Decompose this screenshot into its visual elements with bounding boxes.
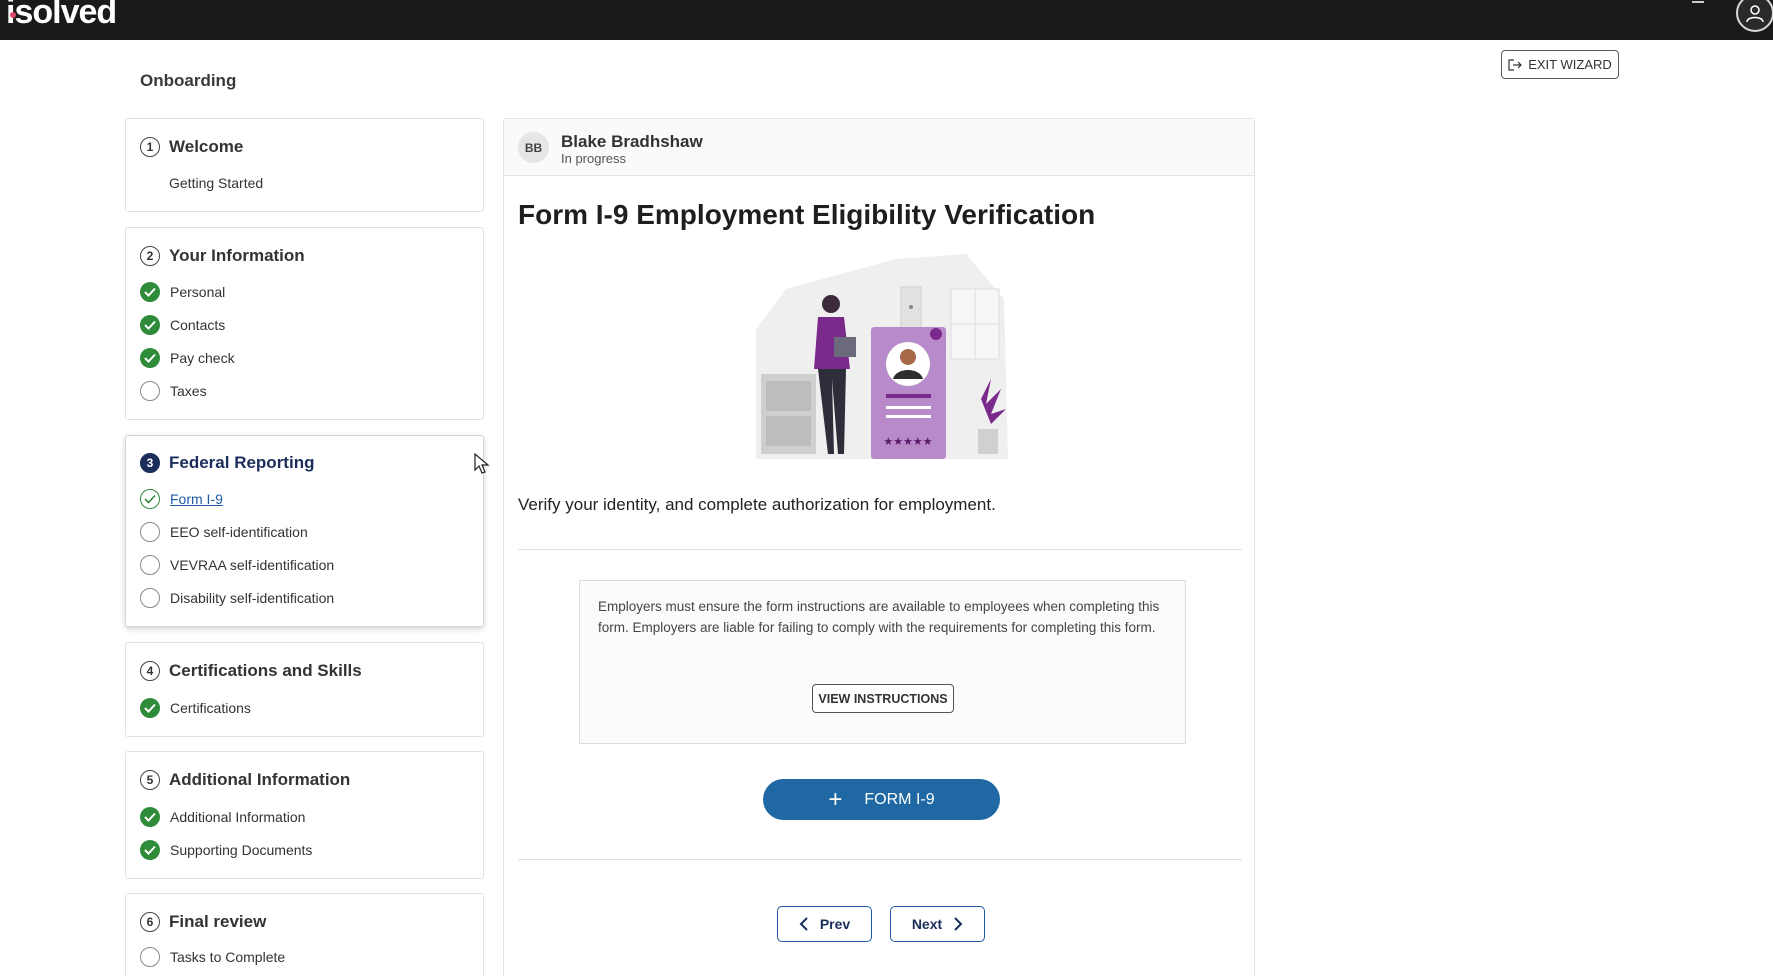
prev-label: Prev — [819, 916, 851, 932]
prev-button[interactable]: Prev — [777, 906, 872, 942]
add-form-i9-button[interactable]: + FORM I-9 — [763, 779, 1000, 820]
add-form-label: FORM I-9 — [864, 790, 935, 808]
step-title[interactable]: Federal Reporting — [169, 453, 314, 473]
sidebar-item-label: Disability self-identification — [170, 590, 335, 606]
avatar: BB — [518, 132, 549, 163]
instructions-notice: Employers must ensure the form instructi… — [579, 580, 1186, 744]
sidebar-item-label: Form I-9 — [170, 491, 223, 507]
divider — [518, 549, 1242, 550]
check-circle-icon — [140, 315, 160, 335]
notice-text: Employers must ensure the form instructi… — [598, 599, 1160, 635]
check-circle-icon — [140, 807, 160, 827]
step-card-additional-information: 5 Additional Information Additional Info… — [125, 751, 484, 879]
empty-circle-icon — [140, 947, 160, 967]
sidebar-item-taxes[interactable]: Taxes — [140, 381, 207, 401]
sidebar-item-personal[interactable]: Personal — [140, 282, 225, 302]
check-circle-icon — [140, 348, 160, 368]
sidebar-item-tasks-to-complete[interactable]: Tasks to Complete — [140, 947, 285, 967]
sidebar-item-label: Additional Information — [170, 809, 306, 825]
top-bar: isolved — [0, 0, 1773, 40]
sidebar-item-label: Taxes — [170, 383, 207, 399]
step-card-final-review: 6 Final review Tasks to Complete — [125, 893, 484, 976]
sidebar-item-label: Getting Started — [169, 175, 264, 191]
step-number: 1 — [140, 137, 160, 157]
step-number: 2 — [140, 246, 160, 266]
sidebar-item-label: Supporting Documents — [170, 842, 313, 858]
check-circle-icon — [140, 698, 160, 718]
view-instructions-button[interactable]: VIEW INSTRUCTIONS — [812, 684, 954, 713]
chevron-left-icon — [799, 917, 808, 931]
next-button[interactable]: Next — [890, 906, 985, 942]
sidebar-item-vevraa[interactable]: VEVRAA self-identification — [140, 555, 334, 575]
step-card-welcome: 1 Welcome Getting Started — [125, 118, 484, 212]
empty-circle-icon — [140, 381, 160, 401]
sidebar-item-form-i9[interactable]: Form I-9 — [140, 489, 223, 509]
employee-name: Blake Bradhshaw — [561, 132, 703, 151]
step-number: 4 — [140, 661, 160, 681]
step-title[interactable]: Final review — [169, 912, 266, 932]
step-number: 5 — [140, 770, 160, 790]
form-description: Verify your identity, and complete autho… — [518, 495, 996, 514]
employee-status: In progress — [561, 151, 627, 166]
sidebar-item-disability[interactable]: Disability self-identification — [140, 588, 334, 608]
sidebar-item-eeo[interactable]: EEO self-identification — [140, 522, 308, 542]
sidebar-item-getting-started[interactable]: Getting Started — [169, 175, 263, 191]
sidebar-item-supporting-documents[interactable]: Supporting Documents — [140, 840, 312, 860]
step-title[interactable]: Certifications and Skills — [169, 661, 362, 681]
empty-circle-icon — [140, 555, 160, 575]
step-card-federal-reporting: 3 Federal Reporting Form I-9 EEO self-id… — [125, 435, 484, 627]
sidebar-item-label: Tasks to Complete — [170, 949, 286, 965]
next-label: Next — [911, 916, 943, 932]
sidebar-item-pay-check[interactable]: Pay check — [140, 348, 235, 368]
check-circle-icon — [140, 840, 160, 860]
chevron-right-icon — [954, 917, 963, 931]
step-title[interactable]: Your Information — [169, 246, 305, 266]
sidebar-item-contacts[interactable]: Contacts — [140, 315, 225, 335]
step-title[interactable]: Welcome — [169, 137, 243, 157]
svg-text:★★★★★: ★★★★★ — [883, 435, 932, 448]
check-outline-icon — [140, 489, 160, 509]
app-logo: isolved — [6, 0, 117, 31]
sidebar-item-label: Personal — [170, 284, 226, 300]
mouse-cursor-icon — [474, 453, 490, 474]
sidebar-item-label: Contacts — [170, 317, 226, 333]
empty-circle-icon — [140, 522, 160, 542]
step-title[interactable]: Additional Information — [169, 770, 350, 790]
plus-icon: + — [828, 785, 843, 813]
sidebar-item-label: Certifications — [170, 700, 251, 716]
minimize-icon[interactable] — [1692, 1, 1704, 3]
exit-wizard-button[interactable]: EXIT WIZARD — [1501, 50, 1619, 79]
employee-header: BB Blake Bradhshaw In progress — [504, 119, 1254, 176]
check-circle-icon — [140, 282, 160, 302]
page-title: Onboarding — [140, 71, 237, 90]
sidebar-item-label: VEVRAA self-identification — [170, 557, 335, 573]
step-card-your-information: 2 Your Information Personal Contacts Pay… — [125, 227, 484, 420]
sidebar-item-additional-information[interactable]: Additional Information — [140, 807, 305, 827]
step-card-certifications: 4 Certifications and Skills Certificatio… — [125, 642, 484, 737]
user-avatar-icon[interactable] — [1736, 0, 1773, 32]
sidebar-item-certifications[interactable]: Certifications — [140, 698, 251, 718]
sidebar-item-label: EEO self-identification — [170, 524, 308, 540]
step-number: 3 — [140, 453, 160, 473]
exit-wizard-label: EXIT WIZARD — [1528, 57, 1612, 72]
form-title: Form I-9 Employment Eligibility Verifica… — [518, 199, 1096, 230]
main-content-card: BB Blake Bradhshaw In progress Form I-9 … — [503, 118, 1255, 976]
onboarding-illustration: ★★★★★ — [756, 254, 1008, 459]
empty-circle-icon — [140, 588, 160, 608]
exit-icon — [1508, 58, 1523, 71]
divider — [518, 859, 1242, 860]
sidebar-item-label: Pay check — [170, 350, 235, 366]
logo-dot — [10, 12, 16, 18]
step-number: 6 — [140, 912, 160, 932]
